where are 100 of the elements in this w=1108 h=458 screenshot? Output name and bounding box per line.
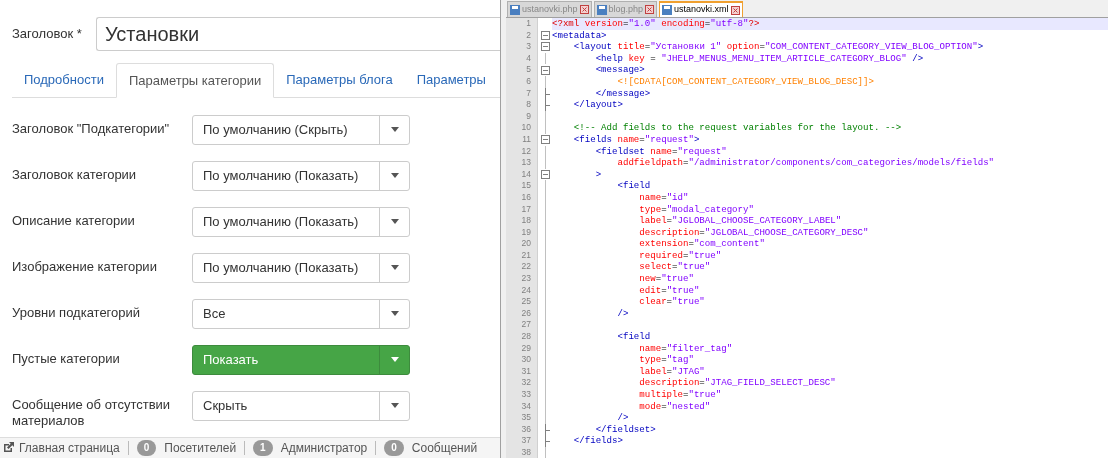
- line-number: 1: [506, 18, 537, 30]
- line-number: 33: [506, 389, 537, 401]
- code-line: new="true": [638, 273, 694, 285]
- code-line: required="true": [638, 249, 722, 261]
- code-line: multiple="true": [638, 389, 722, 400]
- code-line: />: [616, 412, 629, 424]
- code-line: label="JGLOBAL_CHOOSE_CATEGORY_LABEL": [638, 215, 842, 227]
- home-link[interactable]: Главная страница: [3, 438, 120, 457]
- file-icon: [662, 5, 673, 15]
- caret-icon: [390, 127, 399, 133]
- title-input[interactable]: Установки: [96, 17, 500, 51]
- line-number: 10: [506, 122, 537, 134]
- tab[interactable]: Параметры блога: [274, 63, 405, 97]
- line-number: 25: [506, 296, 537, 308]
- code-line: clear="true": [638, 296, 705, 308]
- file-icon: [510, 4, 520, 15]
- code-line: <field: [616, 180, 651, 192]
- field-label: Описание категории: [12, 211, 136, 229]
- line-number: 13: [506, 157, 537, 169]
- select-dropdown[interactable]: По умолчанию (Показать): [192, 206, 410, 237]
- select-dropdown[interactable]: Скрыть: [192, 390, 410, 421]
- status-label: Администратор: [280, 439, 368, 457]
- select-dropdown[interactable]: По умолчанию (Показать): [192, 252, 410, 283]
- code-line: <help key = "JHELP_MENUS_MENU_ITEM_ARTICLE_CATEGORY_BLOG" />: [594, 52, 924, 64]
- code-line: />: [616, 307, 629, 319]
- field-label: Заголовок категории: [12, 165, 138, 183]
- tab[interactable]: Подробности: [12, 63, 116, 97]
- code-line: >: [594, 168, 602, 180]
- code-line: addfieldpath="/administrator/components/com_categories/models/fields": [616, 157, 995, 169]
- code-line: <!-- Add fields to the request variables for the layout. -->: [572, 122, 902, 134]
- select-dropdown[interactable]: По умолчанию (Скрыть): [192, 114, 410, 145]
- code-line: <metadata>: [552, 29, 607, 41]
- line-number: 3: [506, 41, 537, 53]
- code-line: </fields>: [572, 435, 623, 447]
- caret-icon: [390, 265, 399, 271]
- line-number: 23: [506, 273, 537, 285]
- tab[interactable]: Параметры: [404, 63, 498, 97]
- fold-toggle-icon[interactable]: [540, 42, 550, 52]
- line-number: 37: [506, 435, 537, 447]
- caret-icon: [390, 173, 399, 179]
- count-badge: 0: [136, 439, 157, 456]
- status-label: Сообщений: [411, 439, 478, 457]
- code-line: name="filter_tag": [638, 342, 733, 354]
- line-number: 18: [506, 215, 537, 227]
- code-line: <field: [616, 331, 651, 343]
- code-line: <message>: [594, 64, 645, 76]
- file-tab[interactable]: ustanovki.xml: [659, 1, 743, 17]
- field-label: Сообщение об отсутствии материалов: [12, 395, 172, 429]
- caret-icon: [390, 219, 399, 225]
- close-icon[interactable]: [645, 5, 655, 14]
- line-number: 35: [506, 412, 537, 424]
- code-line: <![CDATA[COM_CONTENT_CATEGORY_VIEW_BLOG_DESC]]>: [616, 75, 874, 87]
- fold-toggle-icon[interactable]: [540, 30, 550, 40]
- line-number: 20: [506, 238, 537, 250]
- code-line: description="JGLOBAL_CHOOSE_CATEGORY_DESC": [638, 226, 869, 238]
- field-label: Заголовок "Подкатегории": [12, 119, 171, 137]
- select-dropdown[interactable]: Все: [192, 298, 410, 329]
- tab[interactable]: Параметры категории: [115, 63, 275, 98]
- line-number: 15: [506, 180, 537, 192]
- code-line: edit="true": [638, 284, 700, 296]
- field-label: Пустые категории: [12, 349, 121, 367]
- code-line: extension="com_content": [638, 238, 765, 250]
- fold-toggle-icon[interactable]: [540, 135, 550, 145]
- code-line: type="tag": [638, 354, 694, 366]
- line-number: 32: [506, 377, 537, 389]
- caret-icon: [390, 311, 399, 317]
- code-line: </fieldset>: [594, 423, 656, 435]
- code-line: name="id": [638, 191, 689, 203]
- code-line: </layout>: [572, 99, 623, 111]
- count-badge: 0: [384, 439, 404, 456]
- code-line: type="modal_category": [638, 203, 754, 215]
- field-label: Уровни подкатегорий: [12, 303, 142, 321]
- code-line: <fields name="request">: [572, 133, 700, 145]
- close-icon[interactable]: [730, 5, 740, 15]
- caret-icon: [390, 403, 399, 409]
- field-label: Изображение категории: [12, 257, 158, 275]
- code-line: mode="nested": [638, 400, 711, 412]
- code-line: <fieldset name="request": [594, 145, 727, 157]
- line-number: 30: [506, 354, 537, 366]
- line-number: 8: [506, 99, 537, 111]
- line-number: 28: [506, 331, 537, 343]
- line-number: 5: [506, 64, 537, 76]
- fold-toggle-icon[interactable]: [540, 170, 550, 179]
- caret-icon: [390, 357, 399, 363]
- status-label: Посетителей: [164, 439, 237, 457]
- code-line: <?xml version="1.0" encoding="utf-8"?>: [552, 18, 760, 29]
- count-badge: 1: [253, 439, 273, 456]
- code-line: select="true": [638, 261, 711, 273]
- code-line: description="JTAG_FIELD_SELECT_DESC": [638, 377, 836, 389]
- fold-toggle-icon[interactable]: [540, 65, 550, 75]
- code-line: </message>: [594, 87, 651, 99]
- code-line: <layout title="Установки 1" option="COM_CONTENT_CATEGORY_VIEW_BLOG_OPTION">: [572, 41, 984, 53]
- code-line: label="JTAG": [638, 365, 705, 377]
- external-link-icon: [3, 442, 14, 454]
- close-icon[interactable]: [579, 5, 589, 14]
- file-icon: [596, 4, 607, 15]
- select-dropdown[interactable]: По умолчанию (Показать): [192, 160, 410, 191]
- line-number: 22: [506, 261, 537, 274]
- field-label: Заголовок *: [12, 25, 83, 44]
- line-number: 27: [506, 319, 537, 332]
